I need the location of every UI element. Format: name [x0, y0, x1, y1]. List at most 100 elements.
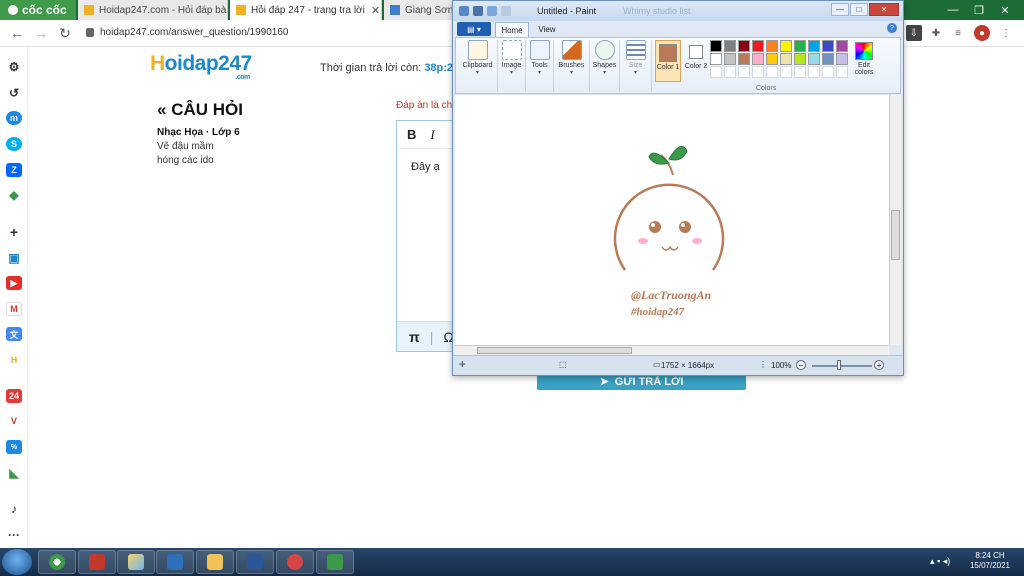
notification-bell-icon[interactable]: ♪: [6, 502, 22, 516]
tab-view[interactable]: View: [533, 22, 561, 37]
taskbar-clock[interactable]: 8:24 CH 15/07/2021: [964, 551, 1016, 571]
palette-swatch[interactable]: [822, 40, 834, 52]
paint-app-icon[interactable]: [459, 6, 469, 16]
color2-selector[interactable]: Color 2: [684, 40, 708, 82]
extensions-puzzle-icon[interactable]: ✚: [928, 25, 944, 41]
save-icon[interactable]: [473, 6, 483, 16]
taskbar-app[interactable]: [156, 550, 194, 574]
coccoc-menu-button[interactable]: cốc cốc: [0, 0, 76, 20]
palette-swatch[interactable]: [766, 40, 778, 52]
history-icon[interactable]: ↺: [6, 86, 22, 100]
palette-swatch[interactable]: [724, 53, 736, 65]
double-chevron-left-icon[interactable]: «: [157, 100, 166, 119]
custom-color-slot[interactable]: [780, 66, 792, 78]
book-icon[interactable]: ▣: [6, 251, 22, 265]
palette-swatch[interactable]: [836, 40, 848, 52]
restore-icon[interactable]: ❐: [966, 0, 992, 20]
taskbar-game2[interactable]: [316, 550, 354, 574]
paint-file-menu-button[interactable]: ▤ ▾: [457, 22, 491, 36]
zoom-slider-track[interactable]: [812, 365, 872, 367]
skype-icon[interactable]: S: [6, 137, 22, 151]
custom-color-slot[interactable]: [738, 66, 750, 78]
minimize-icon[interactable]: —: [831, 3, 849, 16]
palette-swatch[interactable]: [710, 53, 722, 65]
custom-color-slot[interactable]: [822, 66, 834, 78]
tools-group[interactable]: Tools ▾: [526, 40, 554, 92]
start-button[interactable]: [2, 549, 32, 575]
taskbar-coccoc[interactable]: [38, 550, 76, 574]
clipboard-group[interactable]: Clipboard ▾: [458, 40, 498, 92]
answer-editor[interactable]: B I Đây ạ π | Ω: [396, 120, 456, 352]
paint-canvas[interactable]: @LacTruongAn #hoidap247: [455, 95, 889, 345]
custom-color-slot[interactable]: [752, 66, 764, 78]
taskbar-word[interactable]: [236, 550, 274, 574]
italic-button[interactable]: I: [430, 127, 434, 143]
taskbar-explorer[interactable]: [196, 550, 234, 574]
palette-swatch[interactable]: [836, 53, 848, 65]
taskbar-paint[interactable]: [117, 550, 155, 574]
add-icon[interactable]: +: [6, 224, 22, 240]
editor-content[interactable]: Đây ạ: [397, 149, 455, 185]
zoom-in-button[interactable]: +: [874, 360, 884, 370]
close-icon[interactable]: ✕: [365, 4, 380, 17]
forward-arrow-icon[interactable]: →: [32, 24, 50, 42]
menu-list-icon[interactable]: ≡: [950, 25, 966, 41]
image-group[interactable]: Image ▾: [498, 40, 526, 92]
palette-swatch[interactable]: [780, 53, 792, 65]
hoidap-logo[interactable]: Hoidap247 .com: [150, 52, 252, 81]
horizontal-scrollbar[interactable]: [455, 345, 889, 355]
math-pi-button[interactable]: π: [409, 329, 420, 345]
custom-color-slot[interactable]: [808, 66, 820, 78]
gmail-icon[interactable]: M: [6, 302, 22, 316]
paint-title-bar[interactable]: Untitled - Paint Whimy studio list — □ ✕: [453, 1, 903, 21]
palette-swatch[interactable]: [752, 40, 764, 52]
help-icon[interactable]: ?: [887, 23, 897, 33]
palette-swatch[interactable]: [808, 53, 820, 65]
bold-button[interactable]: B: [407, 127, 416, 142]
back-arrow-icon[interactable]: ←: [8, 24, 26, 42]
minimize-icon[interactable]: —: [940, 0, 966, 20]
maximize-icon[interactable]: □: [850, 3, 868, 16]
taskbar-snipping[interactable]: [276, 550, 314, 574]
address-bar[interactable]: hoidap247.com/answer_question/1990160: [100, 27, 288, 38]
zoom-out-button[interactable]: −: [796, 360, 806, 370]
scroll-thumb[interactable]: [891, 210, 900, 260]
palette-swatch[interactable]: [808, 40, 820, 52]
profile-avatar[interactable]: ●: [974, 25, 990, 41]
news-24h-icon[interactable]: 24: [6, 389, 22, 403]
custom-color-slot[interactable]: [794, 66, 806, 78]
youtube-icon[interactable]: ▶: [6, 276, 22, 290]
messenger-icon[interactable]: m: [6, 111, 22, 125]
custom-color-slot[interactable]: [766, 66, 778, 78]
custom-color-slot[interactable]: [724, 66, 736, 78]
color1-selector[interactable]: Color 1: [655, 40, 681, 82]
close-icon[interactable]: ✕: [226, 4, 227, 17]
system-tray[interactable]: ▴ ▪ ◂): [930, 556, 950, 567]
settings-gear-icon[interactable]: ⚙: [6, 60, 22, 74]
tab-hoidap-home[interactable]: Hoidap247.com - Hỏi đáp bà ✕: [78, 0, 228, 20]
palette-swatch[interactable]: [794, 53, 806, 65]
edit-colors-button[interactable]: Edit colors: [849, 40, 879, 88]
translate-icon[interactable]: 文: [6, 327, 22, 341]
tab-giang-son[interactable]: Giang Sơn C: [384, 0, 454, 20]
close-icon[interactable]: ✕: [992, 0, 1018, 20]
hoidap-icon[interactable]: H: [6, 353, 22, 367]
paint-canvas-area[interactable]: @LacTruongAn #hoidap247: [455, 95, 889, 345]
tab-home[interactable]: Home: [495, 22, 529, 37]
size-group[interactable]: Size ▾: [620, 40, 652, 92]
palette-swatch[interactable]: [710, 40, 722, 52]
sale-icon[interactable]: %: [6, 440, 22, 454]
palette-swatch[interactable]: [738, 53, 750, 65]
brushes-group[interactable]: Brushes ▾: [554, 40, 590, 92]
tab-answer-page[interactable]: Hỏi đáp 247 - trang tra lời ✕: [230, 0, 382, 20]
redo-icon[interactable]: [501, 6, 511, 16]
scroll-thumb[interactable]: [477, 347, 632, 354]
undo-icon[interactable]: [487, 6, 497, 16]
custom-color-slot[interactable]: [836, 66, 848, 78]
download-icon[interactable]: ⇩: [906, 25, 922, 41]
palette-swatch[interactable]: [724, 40, 736, 52]
palette-swatch[interactable]: [780, 40, 792, 52]
zoom-slider-handle[interactable]: [837, 360, 841, 370]
more-dots-icon[interactable]: ···: [6, 528, 22, 542]
paint-window[interactable]: Untitled - Paint Whimy studio list — □ ✕…: [452, 0, 904, 376]
